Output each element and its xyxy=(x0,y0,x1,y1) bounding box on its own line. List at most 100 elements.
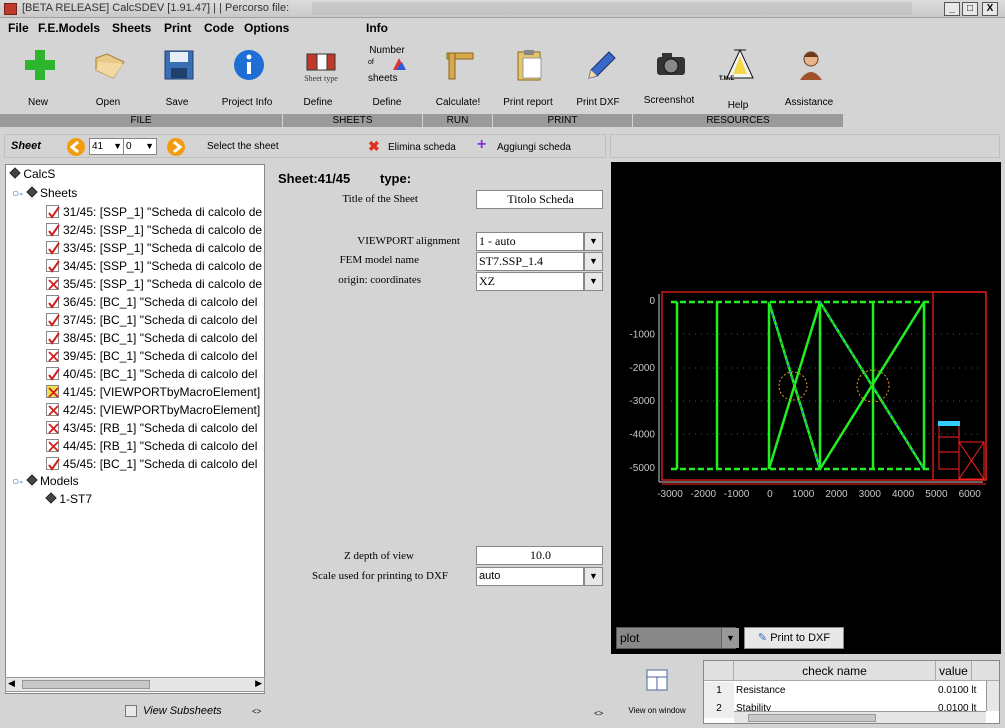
tree-sheet-item[interactable]: 39/45: [BC_1] "Scheda di calcolo del xyxy=(46,347,257,365)
plot-panel[interactable]: 0 -1000 -2000 -3000 -4000 -5000 -3000 -2000 -10… xyxy=(611,162,1001,654)
pen-icon: ✎ xyxy=(757,632,768,644)
maximize-button[interactable]: □ xyxy=(962,2,978,16)
menu-file[interactable]: File xyxy=(8,21,29,35)
fem-model-select[interactable]: ST7.SSP_1.4 xyxy=(476,252,584,271)
define-number-sheets-button[interactable]: Number of sheets Define xyxy=(352,40,422,114)
tree-sheet-label: 44/45: [RB_1] "Scheda di calcolo del xyxy=(63,439,258,453)
check-table[interactable]: check name value 1 Resistance 0.0100 lt … xyxy=(703,660,1000,724)
tree-sheet-item[interactable]: 36/45: [BC_1] "Scheda di calcolo del xyxy=(46,293,257,311)
print-to-dxf-button[interactable]: ✎ Print to DXF xyxy=(744,627,844,649)
tree-sheets-node[interactable]: ○- Sheets xyxy=(12,184,77,202)
scroll-left-icon[interactable]: ◀ xyxy=(8,678,15,689)
previous-sheet-icon[interactable] xyxy=(66,137,86,157)
scale-select[interactable]: auto xyxy=(476,567,584,586)
tree-sheet-item[interactable]: 45/45: [BC_1] "Scheda di calcolo del xyxy=(46,455,257,473)
menu-sheets[interactable]: Sheets xyxy=(112,21,151,35)
next-sheet-icon[interactable] xyxy=(166,137,186,157)
number-caption: Number xyxy=(369,45,405,56)
menu-print[interactable]: Print xyxy=(164,21,191,35)
tree-sheet-item[interactable]: 41/45: [VIEWPORTbyMacroElement] xyxy=(46,383,260,401)
chevron-down-icon: ▼ xyxy=(145,141,154,151)
sheet-bar: Sheet 41 ▼ 0 ▼ Select the sheet ✖ Elimin… xyxy=(4,134,606,158)
tree-sheet-item[interactable]: 43/45: [RB_1] "Scheda di calcolo del xyxy=(46,419,257,437)
group-print: PRINT xyxy=(493,114,633,127)
view-on-window-button[interactable]: View on window xyxy=(611,657,703,724)
expand-icon: ○- xyxy=(12,474,24,488)
project-info-button[interactable]: Project Info xyxy=(212,40,282,114)
sheet-number-select[interactable]: 41 ▼ xyxy=(89,138,125,155)
cross-icon xyxy=(46,349,59,362)
tree-resize-arrows[interactable]: <> xyxy=(252,707,261,716)
delete-icon[interactable]: ✖ xyxy=(368,138,380,155)
tree-sheet-item[interactable]: 37/45: [BC_1] "Scheda di calcolo del xyxy=(46,311,257,329)
form-resize-arrows[interactable]: <> xyxy=(594,709,603,718)
table-horizontal-scrollbar[interactable] xyxy=(734,711,986,723)
help-button[interactable]: T.M.E Help xyxy=(703,40,773,114)
title-field[interactable]: Titolo Scheda xyxy=(476,190,603,209)
add-icon[interactable]: + xyxy=(477,136,486,154)
sheet-tree[interactable]: CalcS ○- Sheets 31/45: [SSP_1] "Scheda d… xyxy=(5,164,265,694)
origin-coordinates-select[interactable]: XZ xyxy=(476,272,584,291)
row-value[interactable]: 0.0100 lt xyxy=(938,682,984,700)
minimize-button[interactable]: _ xyxy=(944,2,960,16)
tree-sheet-item[interactable]: 42/45: [VIEWPORTbyMacroElement] xyxy=(46,401,260,419)
view-on-window-label: View on window xyxy=(628,706,686,715)
tree-sheet-label: 43/45: [RB_1] "Scheda di calcolo del xyxy=(63,421,258,435)
tree-sheet-item[interactable]: 40/45: [BC_1] "Scheda di calcolo del xyxy=(46,365,257,383)
column-header-value[interactable]: value xyxy=(936,661,972,681)
tree-sheet-item[interactable]: 31/45: [SSP_1] "Scheda di calcolo de xyxy=(46,203,262,221)
add-sheet-button[interactable]: Aggiungi scheda xyxy=(497,142,571,153)
scroll-right-icon[interactable]: ▶ xyxy=(255,678,262,689)
tree-root[interactable]: CalcS xyxy=(9,165,55,183)
fem-model-label: FEM model name xyxy=(339,254,419,266)
column-header-index xyxy=(704,661,734,681)
menu-info[interactable]: Info xyxy=(366,21,388,35)
plot-select[interactable]: plot ▼ xyxy=(616,627,739,649)
x-tick-label: 6000 xyxy=(959,489,982,500)
chevron-down-icon[interactable]: ▼ xyxy=(721,628,739,648)
viewport-select[interactable]: 1 - auto xyxy=(476,232,584,251)
tree-horizontal-scrollbar[interactable]: ◀ ▶ xyxy=(5,677,265,692)
tree-model-label: 1-ST7 xyxy=(59,492,93,506)
structure-plot: 0 -1000 -2000 -3000 -4000 -5000 -3000 -2000 -10… xyxy=(629,291,987,500)
view-subsheets-label: View Subsheets xyxy=(143,705,222,717)
sub-sheet-select[interactable]: 0 ▼ xyxy=(123,138,157,155)
tree-sheet-item[interactable]: 35/45: [SSP_1] "Scheda di calcolo de xyxy=(46,275,262,293)
tree-sheet-item[interactable]: 38/45: [BC_1] "Scheda di calcolo del xyxy=(46,329,257,347)
selected-icon xyxy=(46,385,59,398)
table-vertical-scrollbar[interactable] xyxy=(986,681,999,711)
view-subsheets-checkbox[interactable] xyxy=(125,705,137,717)
sheet-type-header: type: xyxy=(380,171,412,186)
chevron-down-icon[interactable]: ▼ xyxy=(584,272,603,291)
tree-sheet-item[interactable]: 33/45: [SSP_1] "Scheda di calcolo de xyxy=(46,239,262,257)
row-check-name[interactable]: Resistance xyxy=(736,682,934,700)
tree-models-node[interactable]: ○- Models xyxy=(12,472,79,490)
close-button[interactable]: X xyxy=(982,2,998,16)
x-tick-label: 1000 xyxy=(792,489,815,500)
tree-model-item[interactable]: 1-ST7 xyxy=(45,490,93,508)
chevron-down-icon[interactable]: ▼ xyxy=(584,567,603,586)
column-header-check-name[interactable]: check name xyxy=(734,661,936,681)
chevron-down-icon[interactable]: ▼ xyxy=(584,232,603,251)
tree-models-label: Models xyxy=(39,474,79,488)
tree-sheet-item[interactable]: 34/45: [SSP_1] "Scheda di calcolo de xyxy=(46,257,262,275)
x-tick-label: -3000 xyxy=(657,489,683,500)
menu-options[interactable]: Options xyxy=(244,21,289,35)
menu-fe-models[interactable]: F.E.Models xyxy=(38,21,100,35)
scroll-thumb[interactable] xyxy=(22,680,150,689)
assistance-button[interactable]: Assistance xyxy=(774,40,844,114)
tree-sheet-item[interactable]: 44/45: [RB_1] "Scheda di calcolo del xyxy=(46,437,257,455)
cross-icon xyxy=(46,439,59,452)
plot-select-value: plot xyxy=(620,631,640,645)
print-dxf-button[interactable]: Print DXF xyxy=(563,40,633,114)
tree-sheet-item[interactable]: 32/45: [SSP_1] "Scheda di calcolo de xyxy=(46,221,262,239)
sheet-form: Sheet:41/45 type: Title of the Sheet Tit… xyxy=(270,164,608,724)
tree-sheet-label: 38/45: [BC_1] "Scheda di calcolo del xyxy=(63,331,258,345)
y-tick-label: -3000 xyxy=(629,396,655,407)
clipboard-icon xyxy=(517,50,542,81)
menu-code[interactable]: Code xyxy=(204,21,234,35)
z-depth-field[interactable]: 10.0 xyxy=(476,546,603,565)
scroll-thumb[interactable] xyxy=(748,714,876,722)
chevron-down-icon[interactable]: ▼ xyxy=(584,252,603,271)
delete-sheet-button[interactable]: Elimina scheda xyxy=(388,142,456,153)
